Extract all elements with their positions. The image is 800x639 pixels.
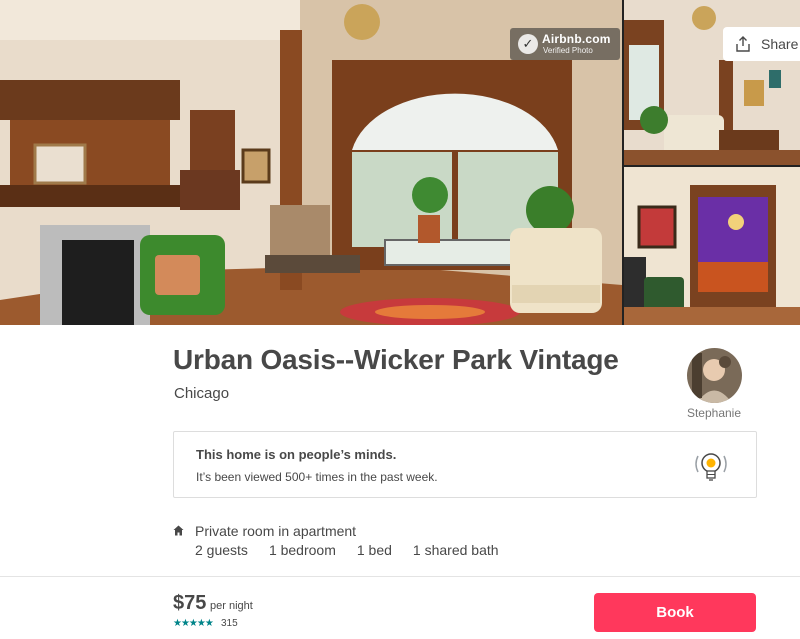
room-details: 2 guests 1 bedroom 1 bed 1 shared bath — [195, 542, 520, 558]
star-rating[interactable]: ★★★★★ — [173, 618, 214, 629]
home-icon — [173, 525, 184, 536]
share-icon — [736, 36, 750, 52]
main-listing-photo[interactable]: ✓ Airbnb.com Verified Photo — [0, 0, 622, 325]
book-button[interactable]: Book — [594, 593, 756, 632]
bed-count: 1 bed — [356, 542, 392, 558]
verified-badge-brand: Airbnb.com — [542, 32, 611, 46]
bedroom-count: 1 bedroom — [268, 542, 336, 558]
booking-bar: $75 per night ★★★★★ 315 Book — [0, 576, 800, 639]
notice-text: It’s been viewed 500+ times in the past … — [196, 470, 438, 484]
share-button[interactable]: Share — [723, 27, 800, 61]
room-type: Private room in apartment — [195, 523, 357, 539]
host-name[interactable]: Stephanie — [682, 406, 746, 420]
tertiary-listing-photo[interactable] — [624, 167, 800, 325]
verified-badge-label: Verified Photo — [543, 46, 593, 55]
verified-photo-badge: ✓ Airbnb.com Verified Photo — [510, 28, 620, 60]
per-night-label: per night — [210, 600, 253, 612]
guest-count: 2 guests — [195, 542, 248, 558]
photo-gallery: ✓ Airbnb.com Verified Photo Share — [0, 0, 800, 325]
listing-title: Urban Oasis--Wicker Park Vintage — [173, 344, 619, 375]
host-profile[interactable]: Stephanie — [682, 348, 746, 420]
notice-title: This home is on people’s minds. — [196, 447, 397, 462]
review-count[interactable]: 315 — [221, 618, 238, 629]
nightly-price: $75 — [173, 592, 207, 614]
popularity-notice: This home is on people’s minds. It’s bee… — [173, 431, 757, 498]
avatar[interactable] — [686, 348, 742, 403]
lightbulb-icon — [695, 453, 727, 481]
share-label: Share — [761, 36, 799, 52]
bath-count: 1 shared bath — [412, 542, 499, 558]
checkmark-icon: ✓ — [518, 34, 538, 54]
listing-location[interactable]: Chicago — [174, 385, 229, 402]
secondary-listing-photo[interactable] — [624, 0, 800, 165]
